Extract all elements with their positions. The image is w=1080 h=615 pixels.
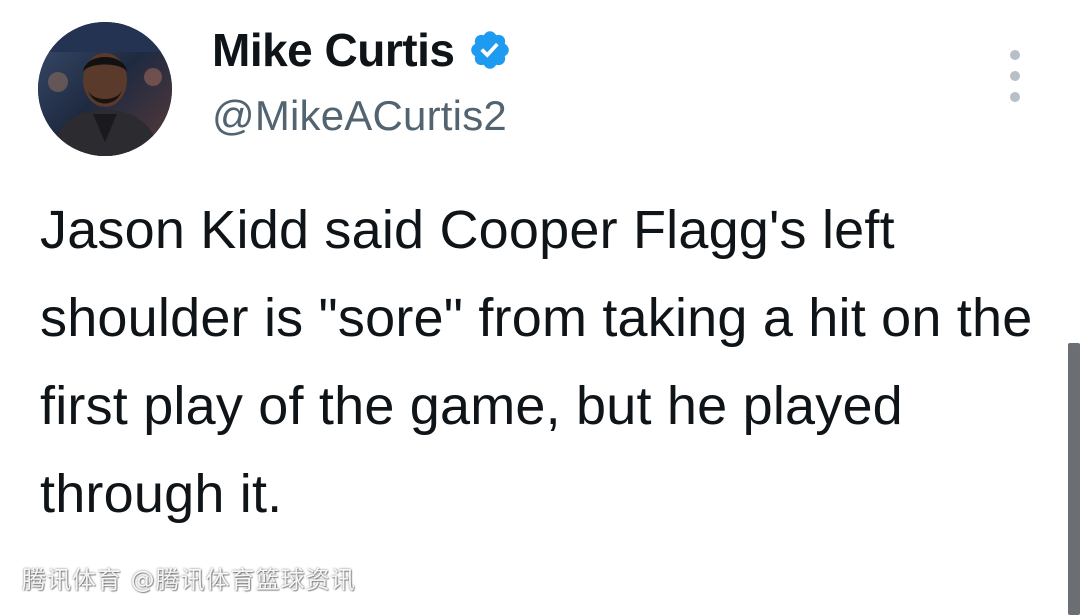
tweet-body-text: Jason Kidd said Cooper Flagg's left shou… <box>40 200 1048 524</box>
author-avatar[interactable] <box>38 22 172 156</box>
tweet-card: Mike Curtis @MikeACurtis2 Jason Kidd sai… <box>0 0 1080 615</box>
more-vertical-icon <box>1010 92 1020 102</box>
author-handle[interactable]: @MikeACurtis2 <box>212 92 507 140</box>
more-vertical-icon <box>1010 71 1020 81</box>
avatar-photo-icon <box>38 22 172 156</box>
author-display-name[interactable]: Mike Curtis <box>212 23 455 77</box>
scrollbar-thumb[interactable] <box>1068 343 1080 615</box>
more-options-button[interactable] <box>1000 50 1030 102</box>
author-name-row[interactable]: Mike Curtis <box>212 22 512 78</box>
verified-badge-icon <box>468 28 512 72</box>
source-watermark: 腾讯体育 @腾讯体育篮球资讯 <box>22 566 356 594</box>
more-vertical-icon <box>1010 50 1020 60</box>
